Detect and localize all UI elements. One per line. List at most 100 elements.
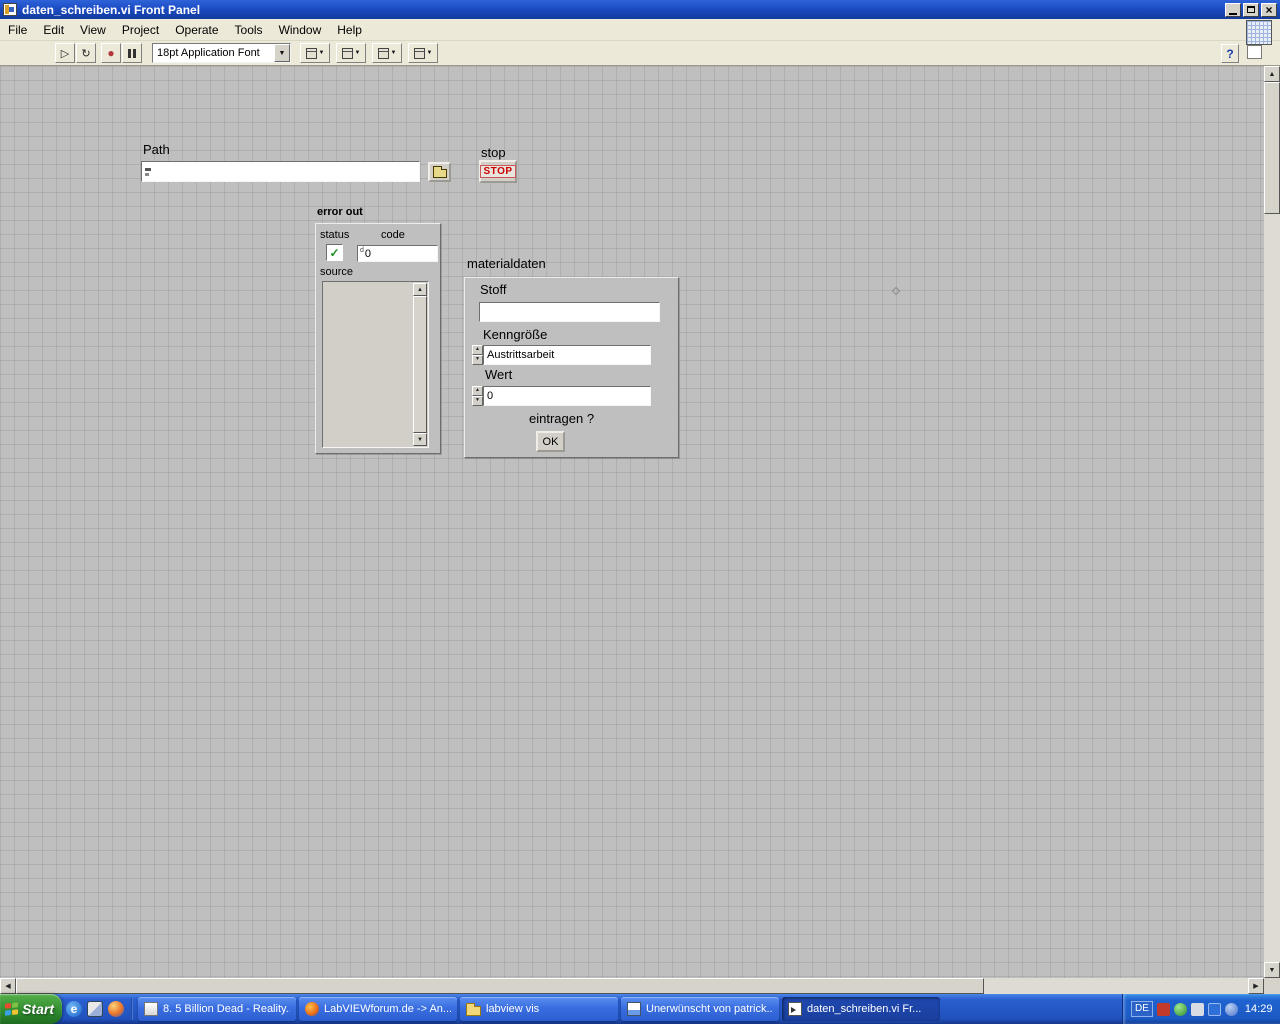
align-objects-button[interactable]: ▼ [300, 43, 330, 63]
wert-spinner[interactable]: ▲ ▼ [472, 386, 483, 406]
restore-button[interactable] [1243, 2, 1259, 17]
menu-item-edit[interactable]: Edit [35, 20, 72, 40]
run-button[interactable]: ▷ [55, 43, 75, 63]
tray-icon-2[interactable] [1173, 1002, 1187, 1016]
scroll-up-button[interactable]: ▲ [413, 283, 427, 296]
scroll-right-button[interactable]: ▶ [1248, 978, 1264, 994]
task-label: labview vis [486, 1003, 540, 1015]
chevron-down-icon[interactable]: ▼ [274, 44, 290, 62]
path-control[interactable] [141, 161, 420, 182]
show-desktop-icon[interactable] [87, 1001, 103, 1017]
task-button-daten-schreiben[interactable]: daten_schreiben.vi Fr... [782, 997, 940, 1021]
scroll-up-button[interactable]: ▲ [1264, 66, 1280, 82]
menu-item-window[interactable]: Window [271, 20, 330, 40]
language-indicator[interactable]: DE [1131, 1001, 1153, 1017]
task-button-billion-dead[interactable]: 8. 5 Billion Dead - Reality... [138, 997, 296, 1021]
run-continuously-icon: ↻ [81, 47, 91, 60]
menu-item-tools[interactable]: Tools [227, 20, 271, 40]
up-arrow-icon: ▲ [1268, 70, 1276, 78]
code-indicator[interactable]: d 0 [357, 245, 438, 262]
menu-item-help[interactable]: Help [329, 20, 370, 40]
connector-pane[interactable] [1247, 45, 1262, 59]
windows-flag-icon [5, 1001, 18, 1016]
scroll-left-button[interactable]: ◀ [0, 978, 16, 994]
chevron-down-icon: ▼ [318, 50, 325, 56]
task-label: Unerwünscht von patrick... [646, 1003, 773, 1015]
taskbar: Start e 8. 5 Billion Dead - Reality... L… [0, 994, 1280, 1024]
menubar: File Edit View Project Operate Tools Win… [0, 19, 1280, 41]
scrollbar-thumb[interactable] [1264, 82, 1280, 214]
task-label: LabVIEWforum.de -> An... [324, 1003, 451, 1015]
abort-button[interactable]: ● [101, 43, 121, 63]
wert-control[interactable] [483, 386, 651, 406]
error-out-label: error out [317, 206, 363, 218]
status-checkbox[interactable]: ✓ [326, 244, 343, 261]
resize-objects-button[interactable]: ▼ [372, 43, 402, 63]
horizontal-scrollbar[interactable]: ◀ ▶ [0, 978, 1264, 994]
labview-app-icon [3, 3, 17, 16]
materialdaten-label: materialdaten [467, 256, 546, 271]
document-icon [627, 1002, 641, 1016]
menu-item-file[interactable]: File [0, 20, 35, 40]
scrollbar-thumb[interactable] [16, 978, 984, 994]
document-icon [144, 1002, 158, 1016]
source-indicator[interactable]: ▲ ▼ [322, 281, 429, 448]
folder-icon [432, 165, 447, 178]
code-label: code [381, 229, 405, 241]
font-selector[interactable]: 18pt Application Font ▼ [152, 43, 291, 63]
distribute-objects-button[interactable]: ▼ [336, 43, 366, 63]
kenngroesse-ring[interactable] [483, 345, 651, 365]
menu-item-view[interactable]: View [72, 20, 114, 40]
wert-input[interactable] [484, 387, 650, 405]
browse-button[interactable] [428, 162, 451, 182]
pause-button[interactable] [122, 43, 142, 63]
minimize-button[interactable] [1225, 2, 1241, 17]
reorder-objects-button[interactable]: ▼ [408, 43, 438, 63]
run-continuously-button[interactable]: ↻ [76, 43, 96, 63]
kenngroesse-input[interactable] [484, 346, 650, 364]
media-player-icon[interactable] [108, 1001, 124, 1017]
tray-icon-1[interactable] [1156, 1002, 1170, 1016]
path-input[interactable] [152, 162, 419, 181]
task-button-labviewforum[interactable]: LabVIEWforum.de -> An... [299, 997, 457, 1021]
increment-icon[interactable]: ▲ [472, 386, 483, 396]
help-icon: ? [1226, 46, 1234, 61]
scrollbar-thumb[interactable] [413, 296, 427, 433]
decrement-icon[interactable]: ▼ [472, 396, 483, 406]
menu-item-project[interactable]: Project [114, 20, 167, 40]
stoff-input[interactable] [480, 303, 659, 321]
ok-button[interactable]: OK [536, 431, 565, 452]
decrement-icon[interactable]: ▼ [472, 355, 483, 365]
start-button[interactable]: Start [0, 994, 62, 1024]
task-button-unerwuenscht[interactable]: Unerwünscht von patrick... [621, 997, 779, 1021]
tray-icon-4[interactable] [1207, 1002, 1221, 1016]
vi-icon[interactable] [1246, 20, 1272, 45]
wert-label: Wert [485, 367, 513, 382]
origin-marker-icon [891, 286, 901, 296]
titlebar[interactable]: daten_schreiben.vi Front Panel × [0, 0, 1280, 19]
kenngroesse-spinner[interactable]: ▲ ▼ [472, 345, 483, 365]
stoff-control[interactable] [479, 302, 660, 322]
stop-button[interactable]: STOP [479, 160, 517, 183]
up-arrow-icon: ▲ [417, 286, 423, 293]
chevron-down-icon: ▼ [354, 50, 361, 56]
increment-icon[interactable]: ▲ [472, 345, 483, 355]
window-title: daten_schreiben.vi Front Panel [22, 2, 201, 17]
tray-icon-5[interactable] [1224, 1002, 1238, 1016]
context-help-button[interactable]: ? [1221, 44, 1239, 63]
clock: 14:29 [1244, 1003, 1273, 1015]
reorder-objects-icon [413, 47, 425, 59]
vertical-scrollbar[interactable]: ▲ ▼ [1264, 66, 1280, 978]
folder-icon [466, 1002, 481, 1016]
internet-explorer-icon[interactable]: e [66, 1001, 82, 1017]
stop-button-label: STOP [480, 165, 516, 178]
menu-item-operate[interactable]: Operate [167, 20, 226, 40]
scroll-down-button[interactable]: ▼ [413, 433, 427, 446]
close-button[interactable]: × [1261, 2, 1277, 17]
task-button-labview-vis[interactable]: labview vis [460, 997, 618, 1021]
tray-icon-3[interactable] [1190, 1002, 1204, 1016]
quicklaunch-divider [131, 998, 133, 1020]
front-panel: Path stop STOP error out status ✓ code d… [0, 66, 1264, 978]
task-label: daten_schreiben.vi Fr... [807, 1003, 922, 1015]
scroll-down-button[interactable]: ▼ [1264, 962, 1280, 978]
